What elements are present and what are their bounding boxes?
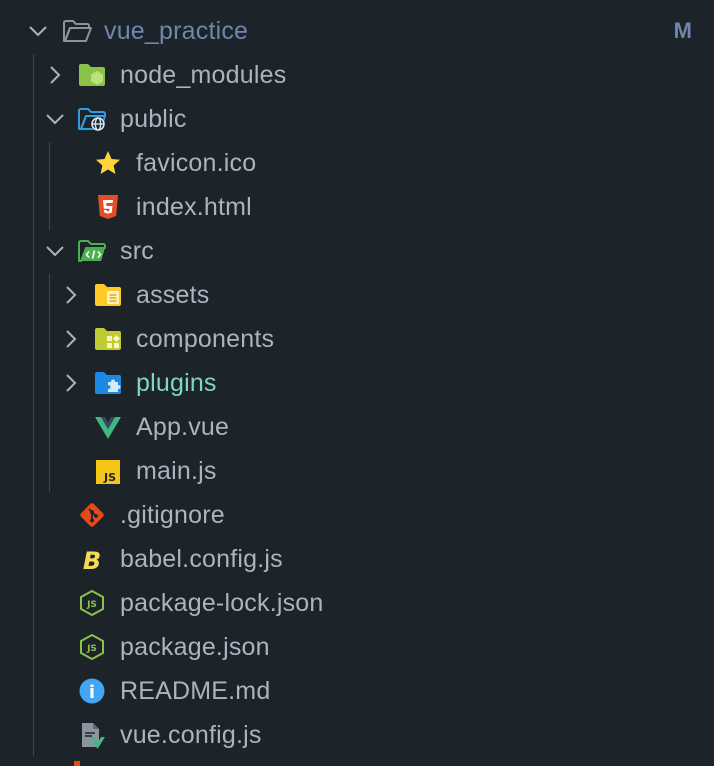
tree-item-readme[interactable]: i README.md [0,669,714,713]
chevron-right-icon[interactable] [59,283,83,307]
item-label: .gitignore [120,501,225,529]
tree-item-app-vue[interactable]: App.vue [0,405,714,449]
vue-config-icon [82,723,105,749]
folder-open-icon [63,20,92,42]
tree-item-plugins[interactable]: plugins [0,361,714,405]
tree-item-vue-practice[interactable]: vue_practice M [0,9,714,53]
modified-badge: M [673,18,692,43]
tree-item-package-json[interactable]: JS package.json [0,625,714,669]
nodejs-icon: JS [80,590,104,616]
vue-icon [95,417,121,439]
item-label: main.js [136,457,217,485]
item-label: favicon.ico [136,149,257,177]
chevron-right-icon[interactable] [43,63,67,87]
tree-item-favicon[interactable]: favicon.ico [0,141,714,185]
tree-item-public[interactable]: public [0,97,714,141]
public-folder-icon [78,108,106,131]
babel-icon-text: B [83,547,101,573]
item-label: plugins [136,369,217,397]
star-icon [96,151,120,174]
item-label: components [136,325,275,353]
tree-item-index-html[interactable]: index.html [0,185,714,229]
js-icon-text: JS [103,471,116,484]
chevron-right-icon[interactable] [59,327,83,351]
tree-item-package-lock[interactable]: JS package-lock.json [0,581,714,625]
src-folder-icon [78,240,106,262]
tree-item-components[interactable]: components [0,317,714,361]
nodejs-icon-text: JS [86,644,97,654]
root-folder-label: vue_practice [104,17,249,45]
tree-item-src[interactable]: src [0,229,714,273]
chevron-down-icon[interactable] [43,107,67,131]
info-icon: i [79,678,105,704]
tree-item-node-modules[interactable]: node_modules [0,53,714,97]
nodejs-icon-text: JS [86,600,97,610]
item-label: package.json [120,633,270,661]
item-label: package-lock.json [120,589,324,617]
assets-folder-icon [95,284,121,306]
info-icon-text: i [89,682,95,703]
tree-item-assets[interactable]: assets [0,273,714,317]
git-icon [80,503,104,527]
nodejs-folder-icon [79,64,105,86]
item-label: README.md [120,677,271,705]
chevron-right-icon[interactable] [59,371,83,395]
item-label: public [120,105,187,133]
components-folder-icon [95,328,121,350]
babel-icon: B [83,547,101,573]
item-label: vue.config.js [120,721,262,749]
chevron-down-icon[interactable] [26,19,50,43]
item-label: src [120,237,154,265]
tree-item-gitignore[interactable]: .gitignore [0,493,714,537]
partial-file-icon [74,761,80,766]
nodejs-icon: JS [80,634,104,660]
plugins-folder-icon [95,372,121,394]
file-explorer: vue_practice M node_modules public favic… [0,0,714,766]
chevron-down-icon[interactable] [43,239,67,263]
item-label: index.html [136,193,252,221]
item-label: babel.config.js [120,545,283,573]
tree-item-vue-config[interactable]: vue.config.js [0,713,714,757]
item-label: node_modules [120,61,287,89]
tree-item-babel-config[interactable]: B babel.config.js [0,537,714,581]
html5-icon [98,195,118,219]
javascript-icon: JS [96,460,120,484]
tree-item-main-js[interactable]: JS main.js [0,449,714,493]
item-label: App.vue [136,413,230,441]
item-label: assets [136,281,210,309]
